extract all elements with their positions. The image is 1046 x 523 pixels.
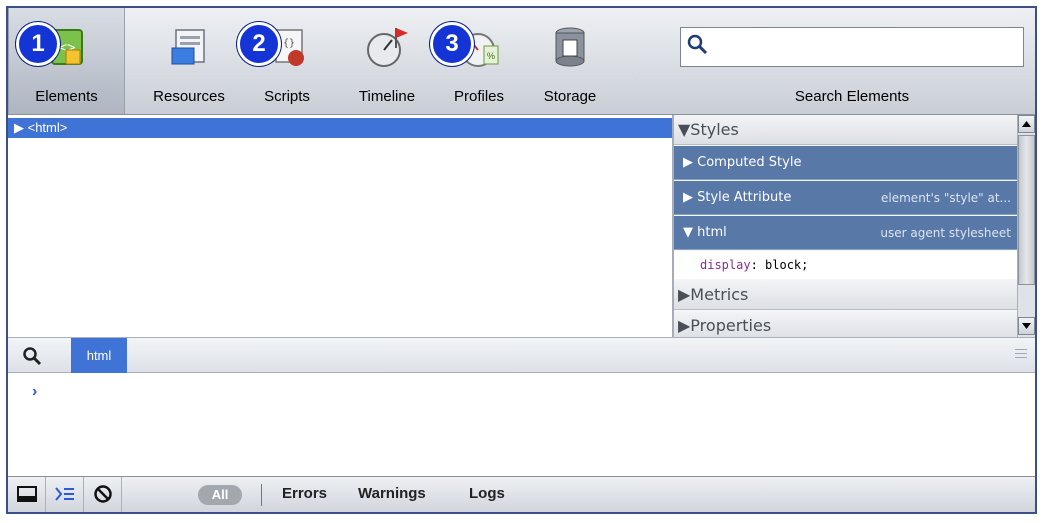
status-bar: All Errors Warnings Logs bbox=[8, 476, 1035, 512]
styles-section-header[interactable]: ▼Styles bbox=[674, 115, 1017, 145]
search-label: Search Elements bbox=[794, 88, 910, 105]
tab-timeline[interactable]: Timeline bbox=[345, 8, 429, 114]
search-icon[interactable] bbox=[22, 346, 42, 366]
scroll-up-button[interactable] bbox=[1018, 115, 1035, 133]
filter-errors-button[interactable]: Errors bbox=[282, 485, 327, 502]
filter-warnings-button[interactable]: Warnings bbox=[358, 485, 426, 502]
svg-text:%: % bbox=[487, 51, 495, 61]
metrics-section-header[interactable]: ▶Metrics bbox=[674, 280, 1017, 310]
tab-elements-label: Elements bbox=[35, 88, 98, 105]
computed-style-header[interactable]: ▶ Computed Style bbox=[674, 146, 1017, 180]
style-attribute-header[interactable]: ▶ Style Attribute element's "style" at..… bbox=[674, 181, 1017, 215]
tree-node-html[interactable]: ▶ <html> bbox=[8, 118, 672, 138]
arrow-down-icon bbox=[1022, 323, 1031, 329]
svg-text:{}: {} bbox=[283, 38, 295, 49]
tab-profiles-label: Profiles bbox=[453, 88, 505, 105]
storage-icon bbox=[555, 27, 585, 67]
style-attribute-source: element's "style" at... bbox=[881, 191, 1011, 205]
resize-grip-icon[interactable] bbox=[1015, 349, 1027, 361]
search-input[interactable] bbox=[680, 27, 1024, 67]
console-icon bbox=[55, 487, 74, 501]
step-badge: 2 bbox=[237, 22, 281, 66]
tab-timeline-label: Timeline bbox=[358, 88, 416, 105]
step-badge: 1 bbox=[16, 22, 60, 66]
console-area[interactable]: › bbox=[8, 373, 1035, 476]
toolbar: <> Elements Resources {} Scripts Timelin… bbox=[8, 8, 1035, 115]
html-rule-header[interactable]: ▼ html user agent stylesheet bbox=[674, 216, 1017, 250]
elements-tree: ▶ <html> bbox=[8, 115, 672, 337]
tab-storage-label: Storage bbox=[543, 88, 597, 105]
timeline-icon bbox=[367, 28, 408, 67]
resources-icon bbox=[171, 29, 205, 65]
console-toggle-button[interactable] bbox=[46, 477, 84, 512]
scope-tag-html[interactable]: html bbox=[71, 338, 127, 373]
css-property-row[interactable]: display: block; bbox=[674, 251, 1017, 279]
filter-logs-button[interactable]: Logs bbox=[469, 485, 505, 502]
html-rule-label: ▼ html bbox=[683, 225, 727, 240]
filter-all-button[interactable]: All bbox=[198, 485, 242, 505]
tab-storage[interactable]: Storage bbox=[530, 8, 610, 114]
properties-section-header[interactable]: ▶Properties bbox=[674, 311, 1017, 337]
clear-console-button[interactable] bbox=[84, 477, 122, 512]
scroll-down-button[interactable] bbox=[1018, 317, 1035, 335]
clear-icon bbox=[94, 485, 112, 503]
tab-resources-label: Resources bbox=[153, 88, 225, 105]
scroll-thumb[interactable] bbox=[1018, 135, 1035, 285]
html-rule-source: user agent stylesheet bbox=[880, 226, 1011, 240]
search-icon bbox=[687, 34, 708, 55]
styles-sidebar: ▼Styles ▶ Computed Style ▶ Style Attribu… bbox=[674, 115, 1017, 337]
dock-icon bbox=[17, 486, 37, 502]
dock-toggle-button[interactable] bbox=[8, 477, 46, 512]
style-attribute-label: ▶ Style Attribute bbox=[683, 190, 792, 205]
css-property-name: display bbox=[700, 258, 751, 272]
filter-divider bbox=[261, 484, 262, 506]
css-property-value: : block; bbox=[750, 258, 809, 272]
web-inspector-window: <> Elements Resources {} Scripts Timelin… bbox=[6, 6, 1037, 514]
tab-scripts-label: Scripts bbox=[264, 88, 310, 105]
arrow-up-icon bbox=[1022, 121, 1031, 127]
console-scope-bar: html bbox=[8, 337, 1035, 373]
console-prompt: › bbox=[32, 383, 38, 400]
sidebar-scrollbar[interactable] bbox=[1017, 115, 1035, 337]
step-badge: 3 bbox=[430, 22, 474, 66]
tab-resources[interactable]: Resources bbox=[139, 8, 239, 114]
